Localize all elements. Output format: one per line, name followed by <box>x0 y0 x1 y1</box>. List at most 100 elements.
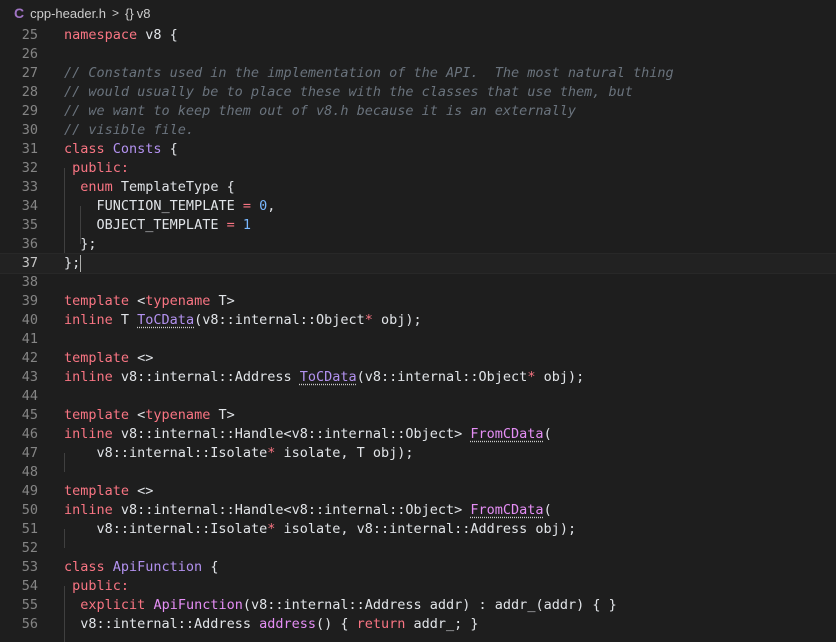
code-line[interactable]: 47 v8::internal::Isolate* isolate, T obj… <box>0 444 836 472</box>
line-number: 46 <box>21 426 38 442</box>
code-line[interactable]: 50 inline v8::internal::Handle<v8::intern… <box>0 501 836 520</box>
code-token: v8::internal::Isolate <box>96 445 268 461</box>
line-number: 33 <box>21 179 38 195</box>
code-token: v8::internal::Address <box>80 616 260 632</box>
line-number: 27 <box>21 65 38 81</box>
code-token: TemplateType { <box>112 179 235 195</box>
line-number: 29 <box>21 103 38 119</box>
chevron-right-icon: > <box>112 6 120 20</box>
line-number: 48 <box>21 464 38 480</box>
code-line[interactable]: 56 v8::internal::Address address() { ret… <box>0 615 836 642</box>
code-token: v8::internal::Handle<v8::internal::Objec… <box>112 426 471 442</box>
keyword-token: inline <box>64 369 113 385</box>
keyword-token: enum <box>80 179 113 195</box>
line-number: 55 <box>21 597 38 613</box>
code-line[interactable]: 43 inline v8::internal::Address ToCData(v… <box>0 368 836 387</box>
keyword-token: inline <box>64 312 113 328</box>
line-number: 39 <box>21 293 38 309</box>
code-line[interactable]: 26 <box>0 45 836 64</box>
number-token: 1 <box>242 217 251 233</box>
keyword-token: template <box>64 407 130 423</box>
code-line[interactable]: 34 FUNCTION_TEMPLATE = 0, <box>0 197 836 225</box>
code-line[interactable]: 40 inline T ToCData(v8::internal::Object*… <box>0 311 836 330</box>
code-line[interactable]: 33 enum TemplateType { <box>0 178 836 206</box>
code-line[interactable]: 29 // we want to keep them out of v8.h be… <box>0 102 836 121</box>
code-token: v8::internal::Handle<v8::internal::Objec… <box>112 502 471 518</box>
function-name-token[interactable]: FromCData <box>470 502 543 518</box>
code-token: < <box>129 293 146 309</box>
function-name-token[interactable]: ToCData <box>300 369 357 385</box>
keyword-token: template <box>64 293 130 309</box>
comment-token: // visible file. <box>64 122 195 138</box>
code-line[interactable]: 27 // Constants used in the implementatio… <box>0 64 836 83</box>
line-number: 28 <box>21 84 38 100</box>
number-token: 0 <box>259 198 268 214</box>
line-number: 41 <box>21 331 38 347</box>
code-editor[interactable]: 25 namespace v8 { 26 27 // Constants used … <box>0 26 836 642</box>
code-token: { <box>202 559 219 575</box>
code-line[interactable]: 54 public: <box>0 577 836 605</box>
line-number: 44 <box>21 388 38 404</box>
comment-token: // we want to keep them out of v8.h beca… <box>64 103 577 119</box>
code-token: isolate, v8::internal::Address obj); <box>275 521 577 537</box>
code-line[interactable]: 41 <box>0 330 836 349</box>
code-line[interactable]: 25 namespace v8 { <box>0 26 836 45</box>
line-number: 52 <box>21 540 38 556</box>
text-cursor <box>80 254 82 272</box>
breadcrumb: C cpp-header.h > {} v8 <box>0 0 836 26</box>
line-number: 35 <box>21 217 38 233</box>
function-name-token[interactable]: ToCData <box>137 312 194 328</box>
line-number: 25 <box>21 27 38 43</box>
code-line[interactable]: 53 class ApiFunction { <box>0 558 836 577</box>
operator-token: = <box>218 217 243 233</box>
function-name-token[interactable]: FromCData <box>470 426 543 442</box>
code-line[interactable]: 45 template <typename T> <box>0 406 836 425</box>
function-name-token: ApiFunction <box>153 597 243 613</box>
code-line[interactable]: 51 v8::internal::Isolate* isolate, v8::i… <box>0 520 836 548</box>
line-number: 43 <box>21 369 38 385</box>
code-line[interactable]: 48 <box>0 463 836 482</box>
line-number: 50 <box>21 502 38 518</box>
namespace-symbol-icon: {} <box>125 5 134 21</box>
class-name-token: Consts <box>104 141 162 157</box>
line-number: 45 <box>21 407 38 423</box>
code-token: }; <box>64 255 81 271</box>
code-line[interactable]: 42 template <> <box>0 349 836 368</box>
line-number: 38 <box>21 274 38 290</box>
code-token: obj); <box>535 369 585 385</box>
code-line[interactable]: 28 // would usually be to place these wit… <box>0 83 836 102</box>
keyword-token: typename <box>145 407 211 423</box>
code-line[interactable]: 36 }; <box>0 235 836 263</box>
identifier-token: FUNCTION_TEMPLATE <box>96 198 235 214</box>
code-token: , <box>267 198 276 214</box>
code-token: obj); <box>372 312 422 328</box>
code-token: () { <box>315 616 357 632</box>
keyword-token: explicit <box>80 597 146 613</box>
line-number: 54 <box>21 578 38 594</box>
code-token: ( <box>543 426 552 442</box>
code-line[interactable]: 31 class Consts { <box>0 140 836 159</box>
keyword-token: class <box>64 559 105 575</box>
code-line[interactable]: 38 <box>0 273 836 292</box>
code-line[interactable]: 39 template <typename T> <box>0 292 836 311</box>
line-number: 53 <box>21 559 38 575</box>
keyword-token: inline <box>64 426 113 442</box>
code-line[interactable]: 46 inline v8::internal::Handle<v8::intern… <box>0 425 836 444</box>
line-number: 36 <box>21 236 38 252</box>
code-line[interactable]: 55 explicit ApiFunction(v8::internal::Ad… <box>0 596 836 624</box>
code-line[interactable]: 52 <box>0 539 836 558</box>
code-line[interactable]: 30 // visible file. <box>0 121 836 140</box>
breadcrumb-file[interactable]: cpp-header.h <box>30 6 106 21</box>
code-line-current[interactable]: 37}; <box>0 253 836 274</box>
operator-token: * <box>364 312 373 328</box>
breadcrumb-symbol[interactable]: v8 <box>137 6 151 21</box>
code-token: }; <box>80 236 97 252</box>
code-token: T <box>112 312 138 328</box>
code-line[interactable]: 49 template <> <box>0 482 836 501</box>
code-token: T> <box>210 407 235 423</box>
code-line[interactable]: 35 OBJECT_TEMPLATE = 1 <box>0 216 836 244</box>
class-name-token: ApiFunction <box>104 559 203 575</box>
code-line[interactable]: 32 public: <box>0 159 836 187</box>
code-line[interactable]: 44 <box>0 387 836 406</box>
keyword-token: inline <box>64 502 113 518</box>
